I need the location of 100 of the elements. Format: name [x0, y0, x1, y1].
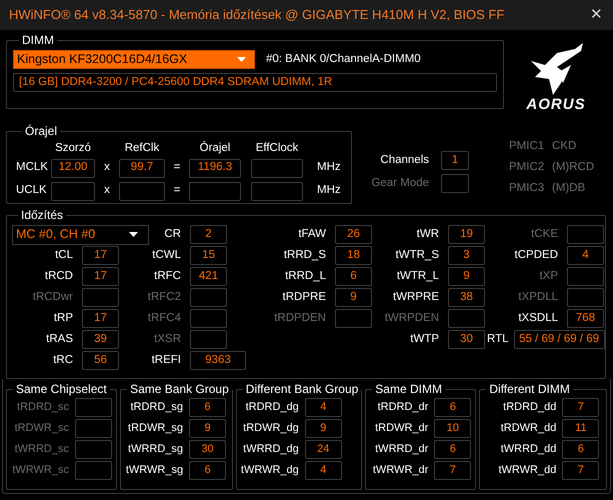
value-field — [251, 158, 303, 178]
value-field: 26 — [335, 225, 372, 244]
field-label: tRDWR_dd — [500, 421, 556, 436]
group-title: Same Bank Group — [129, 382, 230, 396]
value-field: 9 — [189, 419, 226, 438]
value-field — [441, 174, 469, 193]
field-label: tRDPDEN — [274, 310, 326, 326]
field-label: tRDRD_dg — [246, 400, 299, 416]
value-field: 10 — [434, 419, 472, 438]
field-label: tRFC2 — [148, 290, 181, 305]
field-label: tRDRD_sg — [130, 400, 184, 416]
field-label: tRRD_S — [284, 248, 326, 263]
value-field: 7 — [562, 461, 600, 480]
value-field — [448, 309, 485, 328]
field-label: tXP — [539, 268, 558, 284]
field-label: tWRWR_sc — [12, 463, 69, 478]
operator: x — [103, 183, 111, 198]
field-label: RTL — [487, 332, 509, 347]
field-label: tCPDED — [514, 248, 558, 263]
unit-label: MHz — [316, 183, 342, 198]
value-field: 1196.3 — [189, 158, 241, 178]
pmic-type: (M)RCD — [552, 160, 594, 175]
column-header: RefClk — [124, 141, 160, 156]
field-label: tRDWR_sc — [14, 421, 69, 436]
field-label: tWRWR_dd — [498, 463, 556, 478]
field-label: tRRD_L — [285, 268, 326, 284]
group-title: Időzítés — [20, 208, 64, 222]
field-label: tCKE — [531, 226, 558, 242]
value-field: 9363 — [190, 351, 246, 370]
value-field: 17 — [82, 267, 119, 286]
operator: = — [172, 183, 182, 198]
field-label: tWTR_S — [396, 248, 439, 263]
operator: = — [172, 160, 182, 176]
value-field: 7 — [434, 461, 472, 480]
field-label: tRDPRE — [282, 290, 326, 305]
group-title: Órajel — [24, 124, 58, 138]
pmic-type: CKD — [552, 139, 576, 154]
field-label: tREFI — [152, 352, 181, 368]
caret-icon — [237, 57, 246, 62]
value-field: 4 — [304, 398, 342, 417]
group-title: Same DIMM — [374, 382, 443, 396]
value-field — [75, 440, 112, 459]
value-field: 11 — [562, 419, 600, 438]
field-label: Gear Mode — [371, 176, 429, 191]
value-field: 17 — [82, 309, 119, 328]
field-label: tRDRD_dr — [378, 400, 428, 416]
pmic-type: (M)DB — [552, 181, 586, 196]
field-label: tRDRD_sc — [17, 400, 69, 416]
value-field: 17 — [82, 246, 119, 265]
pmic-label: PMIC2 — [509, 160, 541, 175]
module-dropdown[interactable]: Kingston KF3200C16D4/16GX — [13, 50, 255, 69]
clock-label: UCLK — [16, 183, 48, 198]
value-field: 56 — [82, 351, 119, 370]
field-label: tXSR — [154, 332, 181, 347]
value-field — [251, 182, 303, 200]
value-field — [75, 398, 112, 417]
window-title: HWiNFO® 64 v8.34-5870 - Memória időzítések @ GIGABYTE H410M H V2, BIOS FF — [9, 6, 504, 24]
field-label: tCL — [55, 248, 73, 263]
field-label: tWRRD_dg — [243, 442, 299, 458]
group-title: Same Chipselect — [15, 382, 108, 396]
value-field: 421 — [190, 267, 227, 286]
value-field: 6 — [434, 398, 472, 417]
operator: x — [103, 160, 111, 176]
field-label: tRFC — [154, 268, 181, 284]
field-label: tRDRD_dd — [503, 400, 556, 416]
field-label: tRDWR_dg — [243, 421, 299, 436]
field-label: tRP — [54, 310, 73, 326]
value-field: 1 — [441, 151, 469, 170]
field-label: tRDWR_sg — [128, 421, 184, 436]
column-header: EffClock — [254, 141, 300, 156]
value-field: 6 — [335, 267, 372, 286]
field-label: tXSDLL — [518, 310, 558, 326]
value-field: 9 — [448, 267, 485, 286]
value-field — [119, 182, 165, 200]
group-title: Different DIMM — [488, 382, 571, 396]
value-field: 6 — [434, 440, 472, 459]
unit-label: MHz — [316, 160, 342, 176]
value-field: 30 — [448, 330, 485, 349]
field-label: tRCDwr — [32, 290, 73, 305]
value-field: 2 — [190, 225, 227, 244]
module-info-field: [16 GB] DDR4-3200 / PC4-25600 DDR4 SDRAM UDIMM, 1R — [13, 73, 497, 92]
value-field: 12.00 — [51, 158, 95, 178]
field-label: tWRRD_sg — [128, 442, 184, 458]
field-label: tRFC4 — [148, 310, 181, 326]
value-field: 7 — [562, 398, 600, 417]
field-label: tWTR_L — [396, 268, 439, 284]
slot-label: #0: BANK 0/ChannelA-DIMM0 — [266, 52, 421, 67]
value-field — [75, 419, 112, 438]
close-button[interactable]: ✕ — [590, 4, 603, 26]
value-field — [190, 309, 227, 328]
channel-dropdown[interactable]: MC #0, CH #0 — [12, 224, 149, 244]
field-label: tXPDLL — [518, 290, 558, 305]
value-field: 15 — [190, 246, 227, 265]
field-label: tWRWR_sg — [126, 463, 184, 478]
value-field: 6 — [189, 398, 226, 417]
value-field — [190, 288, 227, 307]
field-label: tWRWR_dg — [240, 463, 299, 478]
value-field — [51, 182, 95, 200]
field-label: tRCD — [44, 268, 73, 284]
value-field: 768 — [567, 309, 604, 328]
